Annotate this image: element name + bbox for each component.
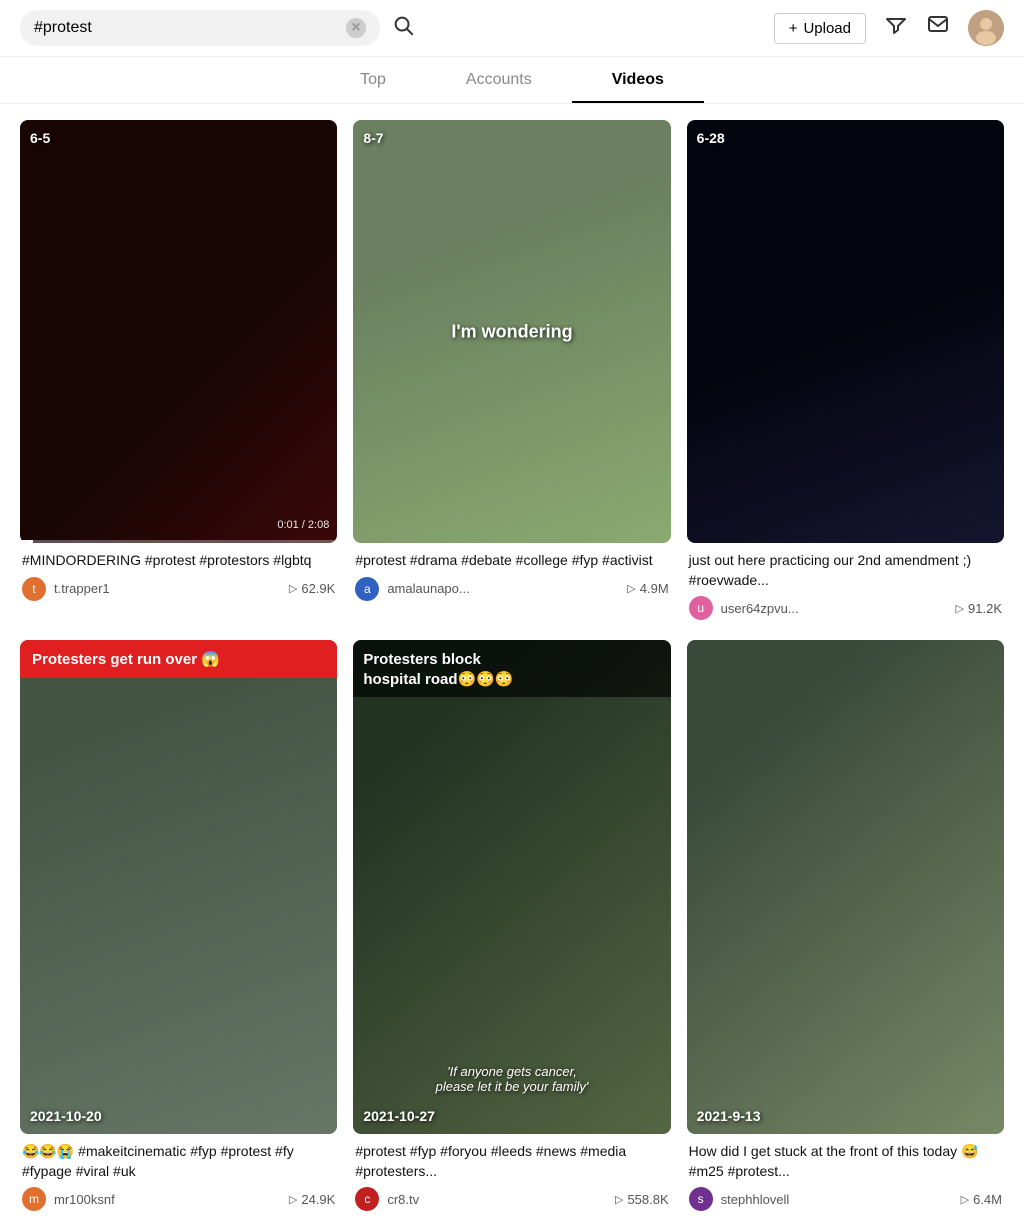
- video-date-label: 2021-9-13: [697, 1108, 761, 1124]
- tab-accounts[interactable]: Accounts: [426, 57, 572, 103]
- author-username[interactable]: cr8.tv: [387, 1192, 607, 1207]
- play-icon: ▷: [289, 1193, 297, 1206]
- video-counter-label: 8-7: [363, 130, 383, 146]
- video-meta: s stephhlovell ▷ 6.4M: [689, 1187, 1002, 1211]
- messages-icon[interactable]: [926, 13, 950, 43]
- video-info: #protest #fyp #foryou #leeds #news #medi…: [353, 1134, 670, 1211]
- video-card: 6-28 just out here practicing our 2nd am…: [687, 120, 1004, 620]
- author-avatar[interactable]: s: [689, 1187, 713, 1211]
- video-meta: m mr100ksnf ▷ 24.9K: [22, 1187, 335, 1211]
- upload-label: Upload: [803, 20, 851, 37]
- author-username[interactable]: user64zpvu...: [721, 601, 948, 616]
- search-button[interactable]: [392, 14, 414, 42]
- video-thumbnail[interactable]: 2021-9-13: [687, 640, 1004, 1134]
- play-icon: ▷: [627, 582, 635, 595]
- play-count-value: 4.9M: [640, 581, 669, 596]
- video-card: 6-5 0:01 / 2:08 #MINDORDERING #protest #…: [20, 120, 337, 620]
- author-avatar[interactable]: u: [689, 596, 713, 620]
- video-title: 😂😂😭 #makeitcinematic #fyp #protest #fy #…: [22, 1142, 335, 1181]
- video-title: #MINDORDERING #protest #protestors #lgbt…: [22, 551, 335, 571]
- play-count: ▷ 62.9K: [289, 581, 335, 596]
- video-counter-label: 6-28: [697, 130, 725, 146]
- play-count-value: 6.4M: [973, 1192, 1002, 1207]
- video-thumbnail[interactable]: 6-28: [687, 120, 1004, 543]
- play-icon: ▷: [615, 1193, 623, 1206]
- video-title: How did I get stuck at the front of this…: [689, 1142, 1002, 1181]
- video-title: #protest #fyp #foryou #leeds #news #medi…: [355, 1142, 668, 1181]
- author-avatar[interactable]: c: [355, 1187, 379, 1211]
- play-count: ▷ 4.9M: [627, 581, 668, 596]
- time-label: 0:01 / 2:08: [277, 519, 329, 531]
- search-bar: ×: [20, 10, 380, 46]
- video-thumbnail[interactable]: 8-7 I'm wondering: [353, 120, 670, 543]
- video-thumbnail[interactable]: Protesters get run over 😱 2021-10-20: [20, 640, 337, 1134]
- play-icon: ▷: [289, 582, 297, 595]
- user-avatar[interactable]: [968, 10, 1004, 46]
- author-username[interactable]: stephhlovell: [721, 1192, 953, 1207]
- play-count-value: 62.9K: [301, 581, 335, 596]
- search-input[interactable]: [34, 19, 338, 37]
- video-subtitle: 'If anyone gets cancer,please let it be …: [353, 1064, 670, 1094]
- progress-bar: [20, 540, 337, 543]
- video-meta: u user64zpvu... ▷ 91.2K: [689, 596, 1002, 620]
- video-card: 8-7 I'm wondering #protest #drama #debat…: [353, 120, 670, 620]
- author-avatar[interactable]: m: [22, 1187, 46, 1211]
- clear-search-button[interactable]: ×: [346, 18, 366, 38]
- video-counter-label: 6-5: [30, 130, 50, 146]
- filter-icon[interactable]: [884, 13, 908, 43]
- video-top-overlay: Protesters blockhospital road😳😳😳: [353, 640, 670, 697]
- author-username[interactable]: mr100ksnf: [54, 1192, 281, 1207]
- play-icon: ▷: [961, 1193, 969, 1206]
- header-actions: + Upload: [774, 10, 1004, 46]
- author-avatar[interactable]: a: [355, 577, 379, 601]
- video-thumbnail[interactable]: Protesters blockhospital road😳😳😳 'If any…: [353, 640, 670, 1134]
- video-grid: 6-5 0:01 / 2:08 #MINDORDERING #protest #…: [0, 104, 1024, 1227]
- play-count: ▷ 558.8K: [615, 1192, 669, 1207]
- author-username[interactable]: t.trapper1: [54, 581, 281, 596]
- play-count-value: 91.2K: [968, 601, 1002, 616]
- video-info: #MINDORDERING #protest #protestors #lgbt…: [20, 543, 337, 601]
- progress-fill: [20, 540, 33, 543]
- video-info: just out here practicing our 2nd amendme…: [687, 543, 1004, 620]
- video-card: Protesters get run over 😱 2021-10-20 😂😂😭…: [20, 640, 337, 1211]
- tab-videos[interactable]: Videos: [572, 57, 704, 103]
- author-avatar[interactable]: t: [22, 577, 46, 601]
- video-info: How did I get stuck at the front of this…: [687, 1134, 1004, 1211]
- upload-button[interactable]: + Upload: [774, 13, 866, 44]
- play-count: ▷ 24.9K: [289, 1192, 335, 1207]
- video-meta: a amalaunapo... ▷ 4.9M: [355, 577, 668, 601]
- video-card: Protesters blockhospital road😳😳😳 'If any…: [353, 640, 670, 1211]
- tab-top[interactable]: Top: [320, 57, 426, 103]
- video-meta: t t.trapper1 ▷ 62.9K: [22, 577, 335, 601]
- video-title: just out here practicing our 2nd amendme…: [689, 551, 1002, 590]
- video-date-label: 2021-10-20: [30, 1108, 102, 1124]
- play-count: ▷ 6.4M: [961, 1192, 1002, 1207]
- video-title: #protest #drama #debate #college #fyp #a…: [355, 551, 668, 571]
- play-count: ▷ 91.2K: [956, 601, 1002, 616]
- tabs-bar: Top Accounts Videos: [0, 57, 1024, 104]
- play-count-value: 24.9K: [301, 1192, 335, 1207]
- video-card: 2021-9-13 How did I get stuck at the fro…: [687, 640, 1004, 1211]
- upload-plus-icon: +: [789, 20, 798, 37]
- video-overlay-text: I'm wondering: [451, 321, 572, 342]
- play-count-value: 558.8K: [627, 1192, 668, 1207]
- video-thumbnail[interactable]: 6-5 0:01 / 2:08: [20, 120, 337, 543]
- video-date-label: 2021-10-27: [363, 1108, 435, 1124]
- video-banner: Protesters get run over 😱: [20, 640, 337, 678]
- video-meta: c cr8.tv ▷ 558.8K: [355, 1187, 668, 1211]
- video-info: 😂😂😭 #makeitcinematic #fyp #protest #fy #…: [20, 1134, 337, 1211]
- video-info: #protest #drama #debate #college #fyp #a…: [353, 543, 670, 601]
- header: × + Upload: [0, 0, 1024, 57]
- play-icon: ▷: [956, 602, 964, 615]
- author-username[interactable]: amalaunapo...: [387, 581, 619, 596]
